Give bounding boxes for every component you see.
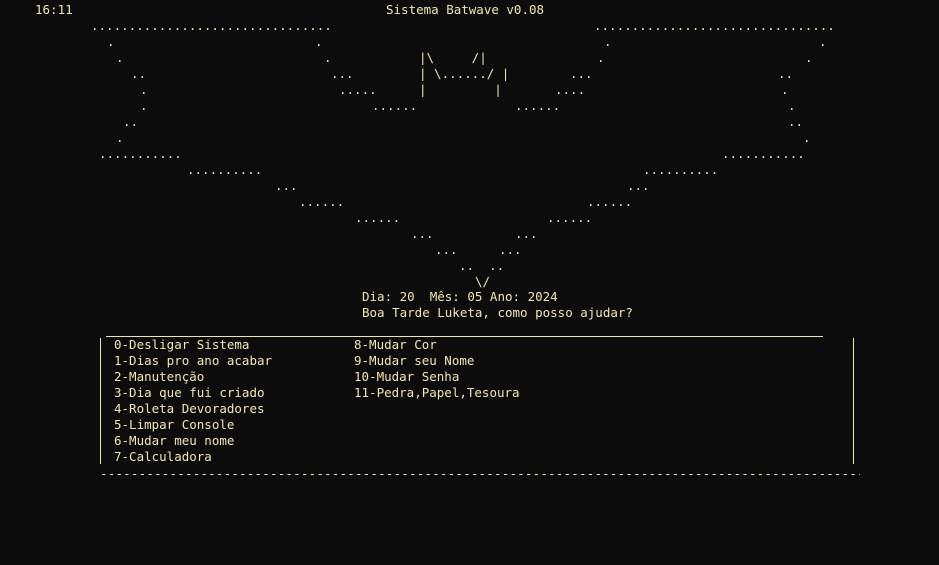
ascii-art-fragment: ..	[778, 66, 794, 81]
ascii-art-fragment: ..	[131, 66, 147, 81]
ascii-art-fragment: ..	[123, 114, 139, 129]
menu-option-roleta[interactable]: 4-Roleta Devoradores	[114, 401, 265, 417]
ascii-art-fragment: ...	[331, 66, 354, 81]
ascii-art-fragment: ....	[555, 82, 586, 97]
ascii-art-fragment: .	[819, 34, 827, 49]
ascii-art-fragment: ...	[627, 178, 650, 193]
ascii-art-fragment: .. ..	[459, 258, 505, 273]
ascii-art-fragment: .....	[339, 82, 377, 97]
ascii-art-fragment: ......	[515, 98, 561, 113]
ascii-art-fragment: .	[788, 98, 796, 113]
ascii-art-fragment: ..	[788, 114, 804, 129]
ascii-art-fragment: .	[604, 34, 612, 49]
menu-right-border	[853, 338, 854, 464]
ascii-art-fragment: ...	[515, 226, 538, 241]
ascii-art-fragment: \/	[475, 274, 491, 289]
ascii-art-fragment: ..........	[187, 162, 263, 177]
ascii-art-fragment: | |	[419, 82, 502, 97]
menu-left-border	[100, 338, 101, 464]
ascii-art-fragment: .	[324, 50, 332, 65]
ascii-art-fragment: ...........	[99, 146, 182, 161]
ascii-art-fragment: | \....../ |	[419, 66, 510, 81]
ascii-art-fragment: ...	[570, 66, 593, 81]
menu-option-limpar-console[interactable]: 5-Limpar Console	[114, 417, 234, 433]
ascii-art-fragment: .	[116, 130, 124, 145]
ascii-art-fragment: .	[140, 82, 148, 97]
ascii-art-fragment: ..........	[643, 162, 719, 177]
ascii-art-fragment: ......	[587, 194, 633, 209]
menu-option-pedra-papel-tesoura[interactable]: 11-Pedra,Papel,Tesoura	[354, 385, 520, 401]
ascii-art-fragment: ................................	[594, 18, 835, 33]
menu-option-mudar-senha[interactable]: 10-Mudar Senha	[354, 369, 459, 385]
ascii-art-fragment: .	[781, 82, 789, 97]
bat-ascii-art: ........................................…	[0, 0, 939, 300]
menu-option-dias-ano[interactable]: 1-Dias pro ano acabar	[114, 353, 272, 369]
ascii-art-fragment: ...	[275, 178, 298, 193]
greeting-line: Boa Tarde Luketa, como posso ajudar?	[362, 305, 633, 320]
ascii-art-fragment: .	[803, 130, 811, 145]
ascii-art-fragment: .	[107, 34, 115, 49]
ascii-art-fragment: ...	[435, 242, 458, 257]
menu-option-desligar[interactable]: 0-Desligar Sistema	[114, 337, 249, 353]
menu-option-mudar-cor[interactable]: 8-Mudar Cor	[354, 337, 437, 353]
ascii-art-fragment: .	[140, 98, 148, 113]
ascii-art-fragment: ...	[499, 242, 522, 257]
ascii-art-fragment: ...	[411, 226, 434, 241]
ascii-art-fragment: .	[805, 50, 813, 65]
ascii-art-fragment: .	[315, 34, 323, 49]
menu-option-mudar-meu-nome[interactable]: 6-Mudar meu nome	[114, 433, 234, 449]
menu-option-mudar-seu-nome[interactable]: 9-Mudar seu Nome	[354, 353, 474, 369]
ascii-art-fragment: .	[116, 50, 124, 65]
menu-bottom-border: ----------------------------------------…	[100, 466, 860, 481]
date-line: Dia: 20 Mês: 05 Ano: 2024	[362, 289, 558, 304]
menu-option-manutencao[interactable]: 2-Manutenção	[114, 369, 204, 385]
ascii-art-fragment: ......	[355, 210, 401, 225]
ascii-art-fragment: ...........	[722, 146, 805, 161]
ascii-art-fragment: .	[597, 50, 605, 65]
ascii-art-fragment: ................................	[91, 18, 332, 33]
menu-option-calculadora[interactable]: 7-Calculadora	[114, 449, 212, 465]
ascii-art-fragment: ......	[547, 210, 593, 225]
ascii-art-fragment: ......	[372, 98, 418, 113]
ascii-art-fragment: |\ /|	[419, 50, 487, 65]
menu-option-dia-criado[interactable]: 3-Dia que fui criado	[114, 385, 265, 401]
ascii-art-fragment: ......	[299, 194, 345, 209]
